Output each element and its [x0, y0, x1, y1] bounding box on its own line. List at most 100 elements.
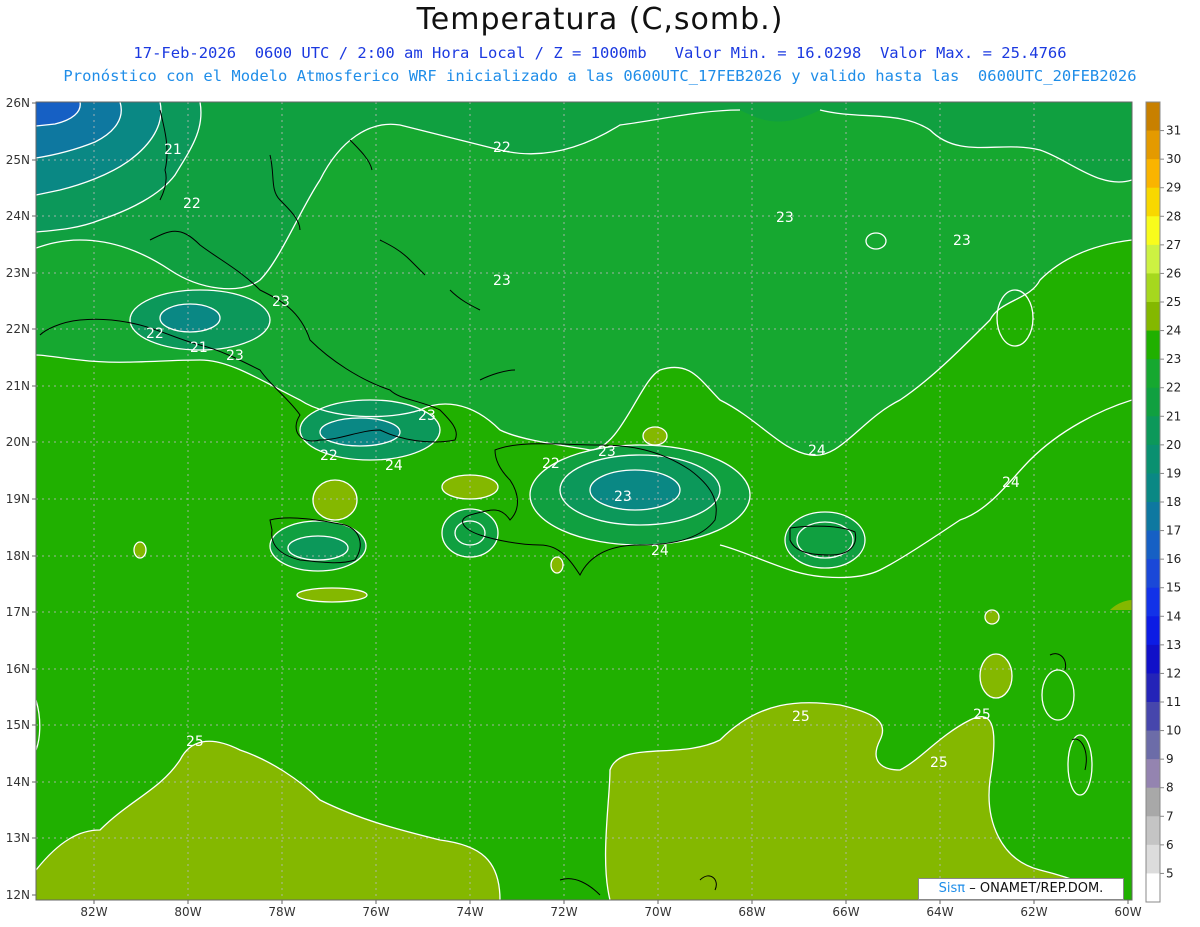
colorbar-label: 25 [1166, 295, 1181, 309]
colorbar-swatch [1146, 330, 1160, 360]
lat-label: 13N [6, 831, 30, 845]
colorbar-swatch [1146, 359, 1160, 389]
credit-text: – ONAMET/REP.DOM. [969, 881, 1104, 896]
credit-box: Sisπ – ONAMET/REP.DOM. [918, 878, 1124, 900]
colorbar-swatch [1146, 502, 1160, 532]
colorbar-swatch [1146, 559, 1160, 589]
lat-label: 23N [6, 266, 30, 280]
lat-label: 18N [6, 549, 30, 563]
colorbar-label: 6 [1166, 838, 1174, 852]
lon-label: 76W [362, 905, 389, 919]
colorbar-label: 21 [1166, 409, 1181, 423]
lat-label: 26N [6, 96, 30, 110]
contour-label: 25 [930, 755, 948, 771]
colorbar-swatch [1146, 130, 1160, 160]
contour-label: 22 [183, 196, 201, 212]
colorbar-label: 13 [1166, 638, 1181, 652]
lon-label: 64W [926, 905, 953, 919]
lon-label: 72W [550, 905, 577, 919]
lon-label: 62W [1020, 905, 1047, 919]
lon-label: 70W [644, 905, 671, 919]
colorbar-label: 31 [1166, 124, 1181, 138]
colorbar-label: 28 [1166, 209, 1181, 223]
lat-label: 25N [6, 153, 30, 167]
contour-label: 24 [1002, 475, 1020, 491]
lon-label: 60W [1114, 905, 1141, 919]
colorbar-swatch [1146, 587, 1160, 617]
colorbar-swatch [1146, 444, 1160, 474]
colorbar-label: 29 [1166, 181, 1181, 195]
colorbar-swatch [1146, 816, 1160, 846]
contour-label: 22 [320, 448, 338, 464]
colorbar-swatch [1146, 273, 1160, 303]
colorbar-label: 14 [1166, 609, 1181, 623]
colorbar-swatch [1146, 787, 1160, 817]
contour-label: 23 [418, 408, 436, 424]
lon-label: 74W [456, 905, 483, 919]
colorbar-label: 7 [1166, 809, 1174, 823]
colorbar-swatch [1146, 730, 1160, 760]
contour-label: 23 [226, 348, 244, 364]
lon-label: 66W [832, 905, 859, 919]
latitude-ticks [32, 102, 36, 896]
colorbar-label: 26 [1166, 266, 1181, 280]
colorbar-label: 22 [1166, 381, 1181, 395]
contour-label: 23 [598, 444, 616, 460]
contour-label: 23 [272, 294, 290, 310]
lat-label: 21N [6, 379, 30, 393]
lat-label: 16N [6, 662, 30, 676]
lat-label: 15N [6, 718, 30, 732]
colorbar-label: 5 [1166, 866, 1174, 880]
colorbar-swatch [1146, 102, 1160, 132]
colorbar-swatch [1146, 244, 1160, 274]
colorbar-label: 17 [1166, 524, 1181, 538]
lat-label: 24N [6, 209, 30, 223]
colorbar-swatch [1146, 873, 1160, 903]
contour-label: 25 [792, 709, 810, 725]
lon-label: 68W [738, 905, 765, 919]
lat-label: 22N [6, 322, 30, 336]
lat-label: 20N [6, 435, 30, 449]
contour-label: 21 [164, 142, 182, 158]
colorbar-swatch [1146, 616, 1160, 646]
latitude-axis: 26N 25N 24N 23N 22N 21N 20N 19N 18N 17N … [6, 96, 30, 902]
contour-label: 23 [614, 489, 632, 505]
colorbar-label: 27 [1166, 238, 1181, 252]
lon-label: 80W [174, 905, 201, 919]
contour-label: 23 [776, 210, 794, 226]
longitude-ticks [93, 900, 1129, 904]
contour-label: 23 [953, 233, 971, 249]
longitude-axis: 82W 80W 78W 76W 74W 72W 70W 68W 66W 64W … [80, 905, 1141, 919]
colorbar-swatch [1146, 759, 1160, 789]
colorbar-label: 30 [1166, 152, 1181, 166]
colorbar-swatch [1146, 187, 1160, 217]
colorbar-swatch [1146, 473, 1160, 503]
colorbar-label: 23 [1166, 352, 1181, 366]
colorbar-label: 20 [1166, 438, 1181, 452]
colorbar-swatch [1146, 387, 1160, 417]
colorbar-swatch [1146, 673, 1160, 703]
lon-label: 78W [268, 905, 295, 919]
colorbar-label: 9 [1166, 752, 1174, 766]
colorbar-label: 11 [1166, 695, 1181, 709]
lat-label: 12N [6, 888, 30, 902]
map-figure: 21 22 22 22 21 23 23 23 23 22 24 22 23 2… [6, 96, 1182, 919]
colorbar-label: 16 [1166, 552, 1181, 566]
contour-label: 22 [542, 456, 560, 472]
colorbar-swatch [1146, 416, 1160, 446]
lon-label: 82W [80, 905, 107, 919]
contour-label: 23 [493, 273, 511, 289]
colorbar-swatch [1146, 302, 1160, 332]
temperature-colorbar: 31 30 29 28 27 26 25 24 23 22 21 20 19 18 17 16 15 14 13 12… [1145, 101, 1181, 903]
colorbar-swatch [1146, 159, 1160, 189]
lat-label: 14N [6, 775, 30, 789]
contour-label: 21 [190, 340, 208, 356]
colorbar-label: 19 [1166, 466, 1181, 480]
sispi-logo-text: Sisπ [938, 881, 966, 896]
lat-label: 17N [6, 605, 30, 619]
lat-label: 19N [6, 492, 30, 506]
colorbar-label: 12 [1166, 666, 1181, 680]
contour-label: 24 [385, 458, 403, 474]
colorbar-label: 8 [1166, 781, 1174, 795]
colorbar-swatch [1146, 702, 1160, 732]
